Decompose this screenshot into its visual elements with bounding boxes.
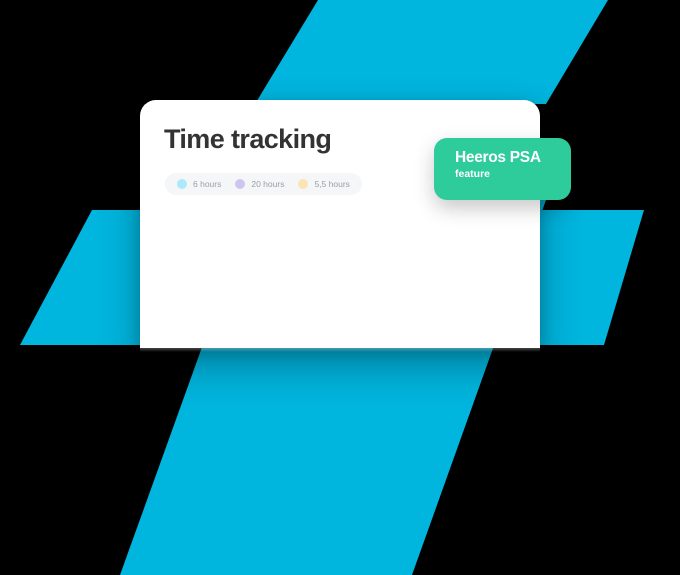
legend-label: 20 hours <box>251 179 285 189</box>
legend-label: 5,5 hours <box>314 179 350 189</box>
calendar-panel: MonTueWedThuFri <box>165 205 520 395</box>
legend-item: 6 hours <box>177 179 221 189</box>
feature-badge-title: Heeros PSA <box>455 149 541 166</box>
feature-badge-subtitle: feature <box>455 167 491 180</box>
background-ribbon-top <box>255 0 608 104</box>
legend-dot-yellow <box>298 179 309 189</box>
feature-badge[interactable]: Heeros PSA feature <box>434 138 571 200</box>
legend-dot-cyan <box>177 179 187 189</box>
illustration-stage: Time tracking 6 hours 20 hours 5,5 hours M… <box>0 0 680 575</box>
legend: 6 hours 20 hours 5,5 hours <box>165 173 362 195</box>
legend-item: 20 hours <box>235 179 284 189</box>
legend-label: 6 hours <box>193 179 222 189</box>
legend-item: 5,5 hours <box>298 179 350 189</box>
page-title: Time tracking <box>164 124 332 154</box>
legend-dot-lavender <box>235 179 246 189</box>
